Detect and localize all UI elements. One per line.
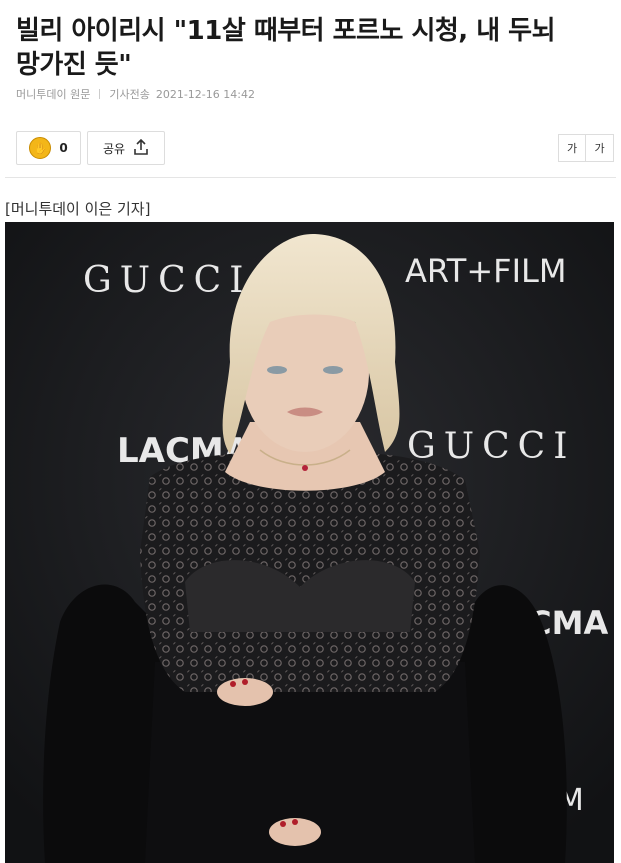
- share-upload-icon: [133, 138, 149, 158]
- divider: [5, 177, 616, 178]
- timestamp: 2021-12-16 14:42: [155, 87, 255, 101]
- meta-divider: [99, 89, 101, 99]
- share-button[interactable]: 공유: [87, 131, 165, 165]
- font-larger-button[interactable]: 가: [586, 134, 614, 162]
- article-meta: 머니투데이 원문 기사전송 2021-12-16 14:42: [16, 86, 255, 102]
- like-emoji-icon: ✋: [29, 137, 52, 159]
- backdrop-gucci-right: GUCCI: [407, 426, 575, 467]
- font-size-controls: 가 가: [558, 134, 614, 162]
- like-button[interactable]: ✋ 0: [16, 131, 81, 165]
- source-link[interactable]: 머니투데이 원문: [16, 86, 90, 102]
- backdrop-artfilm-top: ART+FILM: [405, 252, 566, 290]
- article-page: 빌리 아이리시 "11살 때부터 포르노 시청, 내 두뇌 망가진 듯" 머니투…: [0, 0, 621, 863]
- backdrop-gucci-top: GUCCI: [83, 260, 251, 301]
- share-label: 공유: [102, 141, 126, 156]
- font-smaller-button[interactable]: 가: [558, 134, 586, 162]
- article-byline: [머니투데이 이은 기자]: [5, 200, 151, 218]
- timestamp-label: 기사전송: [109, 88, 150, 101]
- article-toolbar: ✋ 0 공유: [16, 131, 165, 165]
- article-photo: GUCCI ART+FILM LACMA GUCCI LACMA FILM: [5, 222, 614, 863]
- article-headline: 빌리 아이리시 "11살 때부터 포르노 시청, 내 두뇌 망가진 듯": [16, 16, 556, 80]
- like-count: 0: [59, 141, 68, 155]
